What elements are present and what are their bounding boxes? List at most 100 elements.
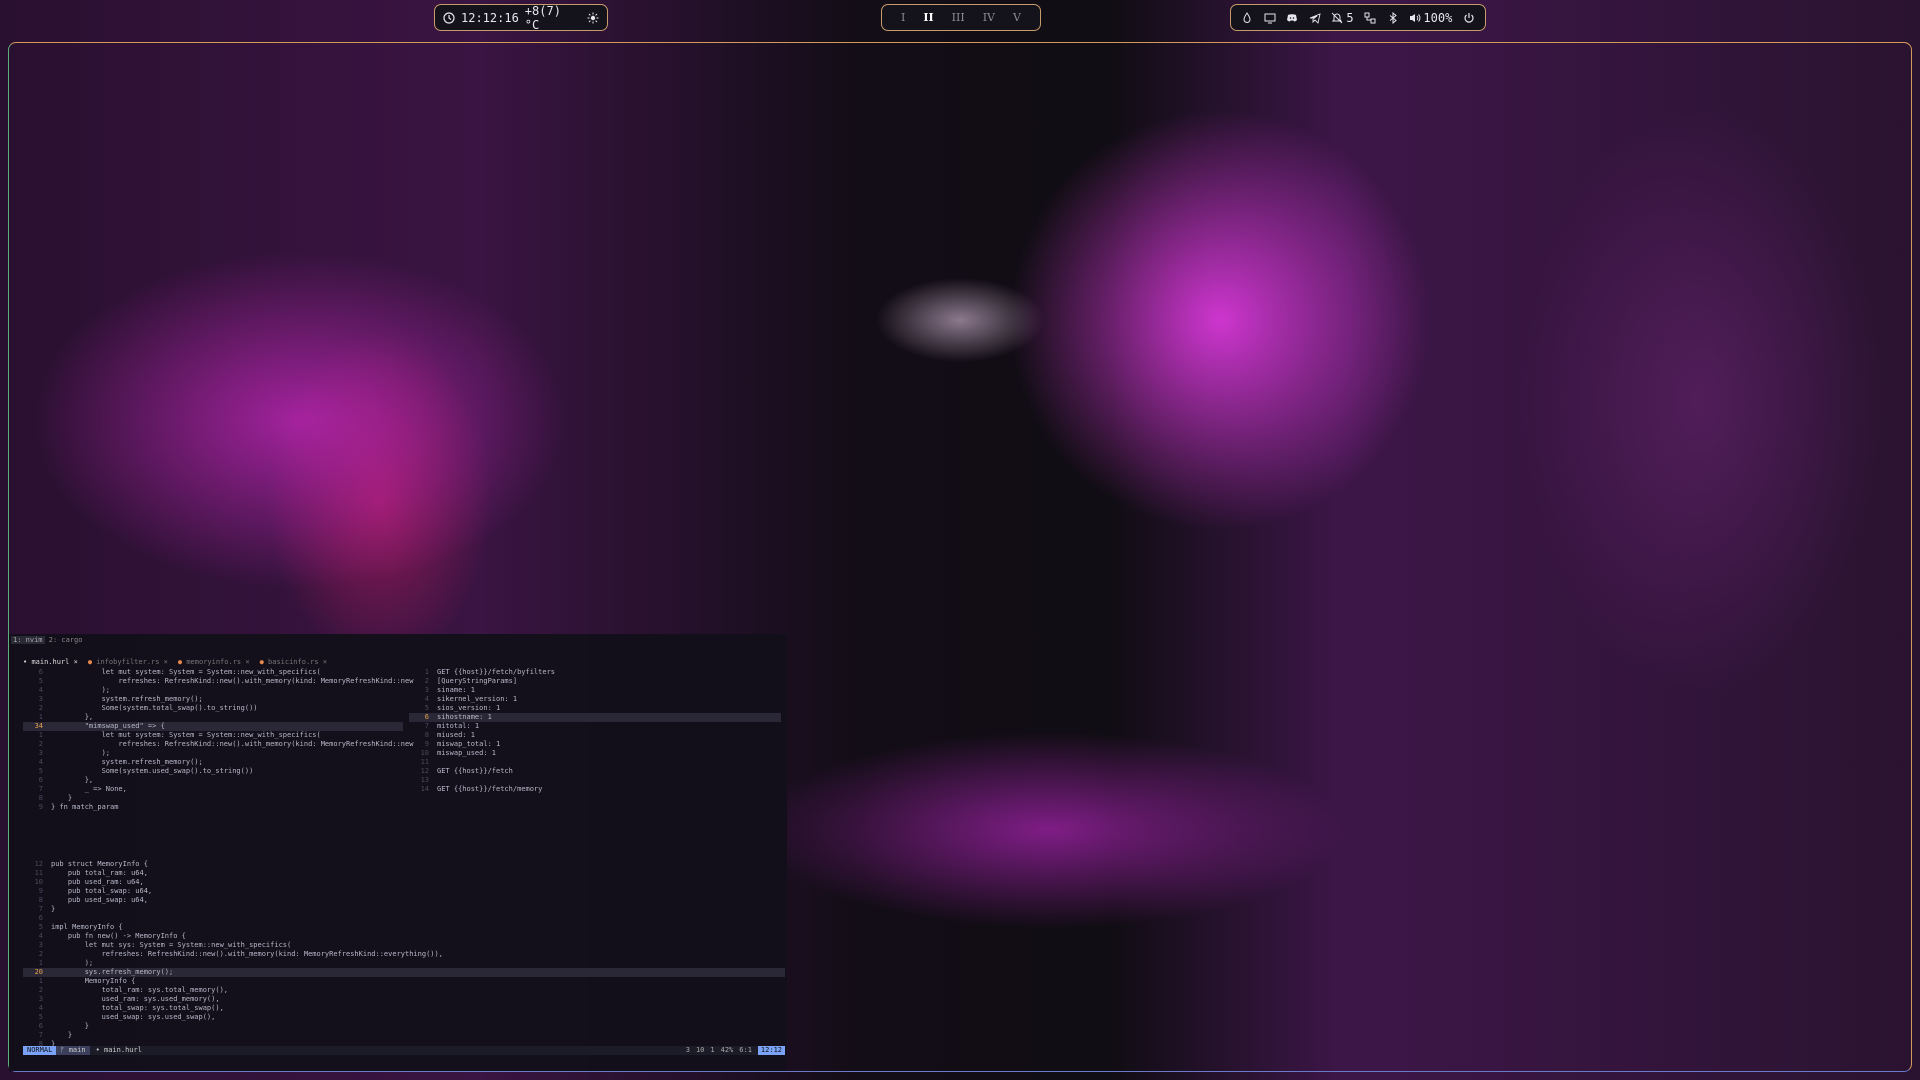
line-text: ); xyxy=(51,686,111,694)
line-text: pub total_swap: u64, xyxy=(51,887,153,895)
line-text: sikernel_version: 1 xyxy=(437,695,518,703)
code-line[interactable]: 3 ); xyxy=(23,749,403,758)
code-line[interactable]: 1 GET {{host}}/fetch/byfilters xyxy=(409,668,781,677)
code-line[interactable]: 34 "mimswap_used" => { xyxy=(23,722,403,731)
code-line[interactable]: 11 pub total_ram: u64, xyxy=(23,869,785,878)
tab-main-hurl[interactable]: • main.hurl × xyxy=(23,658,78,667)
tmux-window-cargo[interactable]: 2: cargo xyxy=(49,636,83,644)
code-line[interactable]: 6 xyxy=(23,914,785,923)
code-line[interactable]: 2 refreshes: RefreshKind::new().with_mem… xyxy=(23,740,414,749)
line-text: } xyxy=(51,1031,73,1039)
line-number: 1 xyxy=(38,977,43,985)
status-right: 3 10 1 42% 6:1 12:12 xyxy=(686,1046,785,1055)
weather-temp: +8(7) °C xyxy=(524,3,561,32)
line-text: pub struct MemoryInfo { xyxy=(51,860,148,868)
code-line[interactable]: 5 refreshes: RefreshKind::new().with_mem… xyxy=(23,677,414,686)
code-line[interactable]: 7 } xyxy=(23,1031,785,1040)
code-line[interactable]: 7 mitotal: 1 xyxy=(409,722,781,731)
tmux-window-nvim[interactable]: 1: nvim xyxy=(11,636,45,644)
power-icon[interactable] xyxy=(1463,12,1475,24)
line-number: 3 xyxy=(38,695,43,703)
code-line[interactable]: 1 ); xyxy=(23,959,785,968)
line-number: 9 xyxy=(38,887,43,895)
status-clock: 12:12 xyxy=(757,1046,785,1055)
code-line[interactable]: 6 let mut system: System = System::new_w… xyxy=(23,668,403,677)
code-line[interactable]: 10 miswap_used: 1 xyxy=(409,749,781,758)
code-line[interactable]: 6 sihostname: 1 xyxy=(409,713,781,722)
code-line[interactable]: 1 let mut system: System = System::new_w… xyxy=(23,731,403,740)
code-line[interactable]: 11 xyxy=(409,758,781,767)
network-icon[interactable] xyxy=(1364,12,1376,24)
code-line[interactable]: 3 system.refresh_memory(); xyxy=(23,695,403,704)
code-line[interactable]: 2 Some(system.total_swap().to_string()) xyxy=(23,704,403,713)
editor-pane-bottom[interactable]: 12 pub struct MemoryInfo {11 pub total_ra… xyxy=(23,860,785,1049)
tab-basicinfo[interactable]: ● basicinfo.rs × xyxy=(260,658,327,667)
code-line[interactable]: 4 sikernel_version: 1 xyxy=(409,695,781,704)
code-line[interactable]: 3 siname: 1 xyxy=(409,686,781,695)
code-line[interactable]: 8 pub used_swap: u64, xyxy=(23,896,785,905)
volume-control[interactable]: 100% xyxy=(1409,11,1452,25)
editor-pane-right[interactable]: 1 GET {{host}}/fetch/byfilters 2 [QueryStri… xyxy=(409,668,781,794)
workspace-1[interactable]: I xyxy=(901,11,905,24)
line-number: 2 xyxy=(424,677,429,685)
discord-icon[interactable] xyxy=(1286,12,1298,24)
bluetooth-icon[interactable] xyxy=(1387,11,1399,24)
git-branch: ᚠ main xyxy=(56,1046,90,1055)
droplet-icon[interactable] xyxy=(1241,11,1253,24)
code-line[interactable]: 3 let mut sys: System = System::new_with… xyxy=(23,941,785,950)
line-number: 5 xyxy=(38,677,43,685)
notifications[interactable]: 5 xyxy=(1331,11,1354,25)
code-line[interactable]: 4 system.refresh_memory(); xyxy=(23,758,403,767)
tab-infobyfilter[interactable]: ● infobyfilter.rs × xyxy=(88,658,168,667)
code-line[interactable]: 4 ); xyxy=(23,686,403,695)
line-text: let mut sys: System = System::new_with_s… xyxy=(51,941,292,949)
code-line[interactable]: 2 total_ram: sys.total_memory(), xyxy=(23,986,785,995)
tab-memoryinfo[interactable]: ● memoryinfo.rs × xyxy=(178,658,250,667)
code-line[interactable]: 2 [QueryStringParams] xyxy=(409,677,781,686)
clock-weather-widget[interactable]: 12:12:16 +8(7) °C xyxy=(434,3,608,32)
line-number: 1 xyxy=(38,731,43,739)
line-number: 2 xyxy=(38,986,43,994)
code-line[interactable]: 8 miused: 1 xyxy=(409,731,781,740)
editor-pane-left[interactable]: 6 let mut system: System = System::new_w… xyxy=(23,668,414,812)
code-line[interactable]: 12 GET {{host}}/fetch xyxy=(409,767,781,776)
code-line[interactable]: 6 } xyxy=(23,1022,785,1031)
code-line[interactable]: 14 GET {{host}}/fetch/memory xyxy=(409,785,781,794)
code-line[interactable]: 7 _ => None, xyxy=(23,785,403,794)
line-text: sys.refresh_memory(); xyxy=(51,968,174,976)
code-line[interactable]: 3 used_ram: sys.used_memory(), xyxy=(23,995,785,1004)
code-line[interactable]: 5 used_swap: sys.used_swap(), xyxy=(23,1013,785,1022)
code-line[interactable]: 7} xyxy=(23,905,785,914)
code-line[interactable]: 5 Some(system.used_swap().to_string()) xyxy=(23,767,403,776)
line-number: 6 xyxy=(38,1022,43,1030)
line-text: GET {{host}}/fetch xyxy=(437,767,513,775)
line-text: MemoryInfo { xyxy=(51,977,136,985)
telegram-icon[interactable] xyxy=(1309,12,1321,24)
code-line[interactable]: 10 pub used_ram: u64, xyxy=(23,878,785,887)
monitor-icon[interactable] xyxy=(1264,12,1276,24)
code-line[interactable]: 20 sys.refresh_memory(); xyxy=(23,968,785,977)
line-text: let mut system: System = System::new_wit… xyxy=(51,668,321,676)
workspace-2[interactable]: II xyxy=(923,11,933,24)
code-line[interactable]: 13 xyxy=(409,776,781,785)
code-line[interactable]: 9} fn match_param xyxy=(23,803,403,812)
code-line[interactable]: 4 pub fn new() -> MemoryInfo { xyxy=(23,932,785,941)
terminal-window[interactable]: 1: nvim 2: cargo • main.hurl × ● infobyf… xyxy=(9,634,787,1071)
code-line[interactable]: 1 MemoryInfo { xyxy=(23,977,785,986)
workspace-3[interactable]: III xyxy=(952,11,965,24)
code-line[interactable]: 8 } xyxy=(23,794,403,803)
code-line[interactable]: 5 impl MemoryInfo { xyxy=(23,923,785,932)
code-line[interactable]: 5 sios_version: 1 xyxy=(409,704,781,713)
line-number: 7 xyxy=(38,785,43,793)
code-line[interactable]: 2 refreshes: RefreshKind::new().with_mem… xyxy=(23,950,785,959)
line-number: 1 xyxy=(38,713,43,721)
workspace-5[interactable]: V xyxy=(1013,11,1021,24)
code-line[interactable]: 9 miswap_total: 1 xyxy=(409,740,781,749)
code-line[interactable]: 4 total_swap: sys.total_swap(), xyxy=(23,1004,785,1013)
workspace-4[interactable]: IV xyxy=(983,11,995,24)
code-line[interactable]: 6 }, xyxy=(23,776,403,785)
code-line[interactable]: 9 pub total_swap: u64, xyxy=(23,887,785,896)
code-line[interactable]: 12 pub struct MemoryInfo { xyxy=(23,860,785,869)
line-text: pub used_swap: u64, xyxy=(51,896,148,904)
code-line[interactable]: 1 }, xyxy=(23,713,403,722)
